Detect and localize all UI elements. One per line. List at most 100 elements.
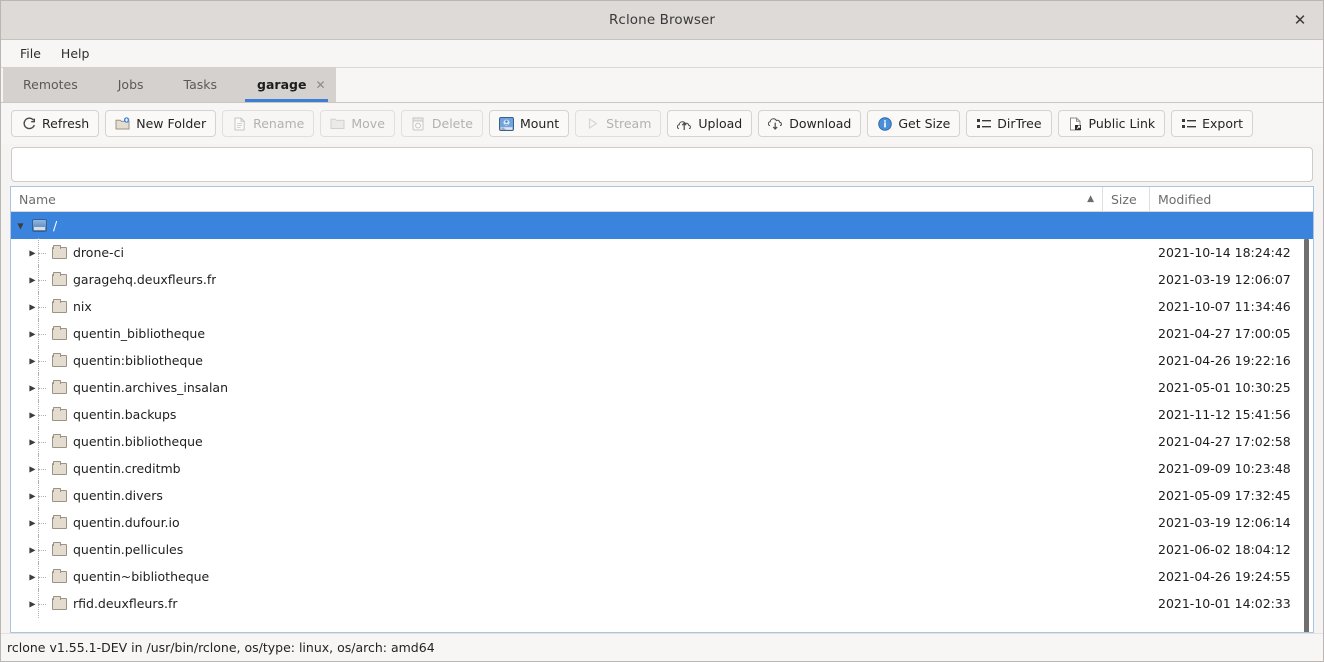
tree-row-label: nix	[73, 299, 92, 314]
column-header-modified[interactable]: Modified	[1150, 187, 1313, 211]
public-link-icon	[1068, 116, 1083, 131]
tree-row-label: quentin.bibliotheque	[73, 434, 203, 449]
tree-row-label: quentin.creditmb	[73, 461, 181, 476]
tree-row-modified	[1150, 212, 1313, 239]
toolbar-button-label: Download	[789, 116, 852, 131]
tree-row[interactable]: ▶ drone-ci 2021-10-14 18:24:42	[11, 238, 1313, 267]
tree-row[interactable]: ▶ quentin.divers 2021-05-09 17:32:45	[11, 481, 1313, 510]
tree-row[interactable]: ▶ quentin_bibliotheque 2021-04-27 17:00:05	[11, 319, 1313, 348]
chevron-right-icon[interactable]: ▶	[27, 355, 38, 366]
chevron-right-icon[interactable]: ▶	[27, 247, 38, 258]
stream-icon	[585, 116, 600, 131]
filter-input[interactable]	[11, 146, 1313, 182]
tree-row-modified: 2021-03-19 12:06:07	[1158, 272, 1291, 287]
folder-icon	[49, 298, 69, 313]
chevron-right-icon[interactable]: ▶	[27, 490, 38, 501]
column-header-size[interactable]: Size	[1103, 187, 1150, 211]
tree-row-modified: 2021-11-12 15:41:56	[1158, 407, 1291, 422]
chevron-right-icon[interactable]: ▶	[27, 328, 38, 339]
tree-row-label: quentin_bibliotheque	[73, 326, 206, 341]
chevron-right-icon[interactable]: ▶	[27, 598, 38, 609]
chevron-right-icon[interactable]: ▶	[27, 571, 38, 582]
tab-jobs[interactable]: Jobs	[97, 67, 164, 102]
tab-tasks[interactable]: Tasks	[163, 67, 238, 102]
chevron-right-icon[interactable]: ▶	[27, 274, 38, 285]
tree-row[interactable]: ▶ garagehq.deuxfleurs.fr 2021-03-19 12:06:…	[11, 265, 1313, 294]
rclone-browser-window: Rclone Browser ✕ File Help Remotes Jobs Ta…	[0, 0, 1324, 662]
chevron-right-icon[interactable]: ▶	[27, 517, 38, 528]
list-icon	[1181, 116, 1196, 131]
upload-button[interactable]: Upload	[667, 110, 753, 137]
tree-indent: ▶	[11, 292, 49, 321]
delete-button: Delete	[400, 110, 483, 137]
tree-row-modified: 2021-04-27 17:02:58	[1158, 434, 1291, 449]
export-button[interactable]: Export	[1171, 110, 1254, 137]
column-header-name[interactable]: Name ▲	[11, 187, 1103, 211]
tree-row-modified: 2021-10-14 18:24:42	[1158, 245, 1291, 260]
chevron-down-icon[interactable]: ▼	[15, 220, 26, 231]
download-button[interactable]: Download	[758, 110, 862, 137]
tree-row-label: quentin.dufour.io	[73, 515, 180, 530]
chevron-right-icon[interactable]: ▶	[27, 301, 38, 312]
drive-icon-glyph	[31, 219, 47, 232]
folder-icon-glyph	[51, 541, 67, 556]
chevron-right-icon[interactable]: ▶	[27, 382, 38, 393]
tab-remotes[interactable]: Remotes	[3, 67, 98, 102]
tree-row-name-cell: ▼ /	[11, 212, 1103, 239]
tree-row-size	[1103, 212, 1150, 239]
tree-row[interactable]: ▶ nix 2021-10-07 11:34:46	[11, 292, 1313, 321]
dirtree-button[interactable]: DirTree	[966, 110, 1052, 137]
close-icon[interactable]: ✕	[1277, 1, 1323, 39]
mount-button[interactable]: Mount	[488, 110, 570, 137]
tree-indent: ▶	[11, 373, 49, 402]
tree-row-label: drone-ci	[73, 245, 124, 260]
tree-row[interactable]: ▶ quentin~bibliotheque 2021-04-26 19:24:55	[11, 562, 1313, 591]
vertical-scrollbar-thumb[interactable]	[1304, 239, 1309, 632]
folder-icon	[49, 541, 69, 556]
chevron-right-icon[interactable]: ▶	[27, 463, 38, 474]
tree-row[interactable]: ▼ /	[11, 212, 1313, 239]
tree-row-size	[1103, 536, 1150, 563]
tree-row[interactable]: ▶ quentin.creditmb 2021-09-09 10:23:48	[11, 454, 1313, 483]
menu-item-help[interactable]: Help	[51, 43, 100, 64]
tree-row[interactable]: ▶ rfid.deuxfleurs.fr 2021-10-01 14:02:33	[11, 589, 1313, 618]
tab-close-icon[interactable]: ✕	[315, 78, 325, 92]
filter-bar	[1, 144, 1323, 184]
tree-indent: ▶	[11, 562, 49, 591]
toolbar-button-label: Rename	[253, 116, 305, 131]
tree-row[interactable]: ▶ quentin.dufour.io 2021-03-19 12:06:14	[11, 508, 1313, 537]
tab-label: Remotes	[23, 77, 78, 92]
column-header-modified-label: Modified	[1158, 191, 1212, 207]
chevron-right-icon[interactable]: ▶	[27, 436, 38, 447]
tab-garage[interactable]: garage ✕	[237, 67, 336, 102]
chevron-right-icon[interactable]: ▶	[27, 409, 38, 420]
tree-row[interactable]: ▶ quentin.archives_insalan 2021-05-01 10:3…	[11, 373, 1313, 402]
tree-row-name-cell: ▶ rfid.deuxfleurs.fr	[11, 589, 1103, 618]
vertical-scrollbar[interactable]	[1302, 239, 1311, 632]
tree-row[interactable]: ▶ quentin.backups 2021-11-12 15:41:56	[11, 400, 1313, 429]
tree-row[interactable]: ▶ quentin.bibliotheque 2021-04-27 17:02:58	[11, 427, 1313, 456]
new-folder-button[interactable]: New Folder	[105, 110, 217, 137]
get-size-button[interactable]: Get Size	[867, 110, 961, 137]
refresh-button[interactable]: Refresh	[11, 110, 100, 137]
folder-icon-glyph	[51, 487, 67, 502]
folder-icon	[49, 568, 69, 583]
menu-item-file[interactable]: File	[10, 43, 51, 64]
tree-row-name-cell: ▶ nix	[11, 292, 1103, 321]
list-icon	[976, 116, 991, 131]
tree-indent: ▶	[11, 346, 49, 375]
sort-ascending-icon: ▲	[1087, 194, 1094, 204]
tree-row-name-cell: ▶ quentin.archives_insalan	[11, 373, 1103, 402]
rename-button: Rename	[222, 110, 315, 137]
tree-row-size	[1103, 509, 1150, 536]
tree-indent: ▶	[11, 535, 49, 564]
folder-icon-glyph	[51, 406, 67, 421]
tree-row[interactable]: ▶ quentin:bibliotheque 2021-04-26 19:22:16	[11, 346, 1313, 375]
tree-row-size	[1103, 455, 1150, 482]
tree-row[interactable]: ▶ quentin.pellicules 2021-06-02 18:04:12	[11, 535, 1313, 564]
move-icon	[330, 116, 345, 131]
tab-label: Tasks	[183, 77, 218, 92]
toolbar-button-label: Get Size	[898, 116, 951, 131]
public-link-button[interactable]: Public Link	[1057, 110, 1166, 137]
chevron-right-icon[interactable]: ▶	[27, 544, 38, 555]
